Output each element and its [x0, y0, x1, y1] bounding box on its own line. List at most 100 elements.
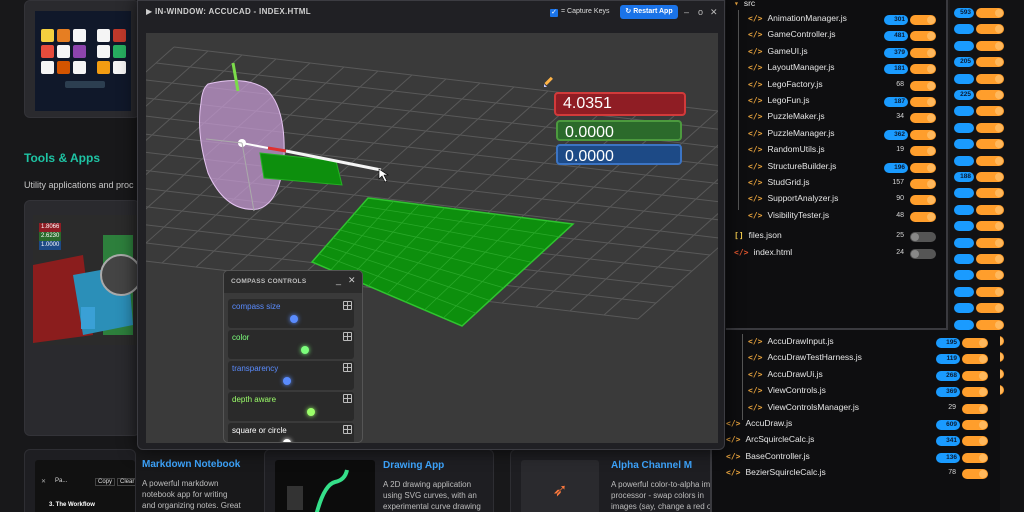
include-toggle[interactable] — [910, 113, 936, 124]
file-row[interactable]: </> index.html — [734, 247, 792, 261]
y-value-field[interactable]: 0.0000 — [556, 120, 682, 141]
z-value-field[interactable]: 0.0000 — [556, 144, 682, 165]
capture-keys-toggle[interactable]: ✓ = Capture Keys — [550, 5, 609, 19]
file-row[interactable]: </> VisibilityTester.js — [748, 210, 829, 224]
control-depth-aware[interactable]: depth aware — [228, 392, 354, 421]
file-row[interactable]: </> SupportAnalyzer.js — [748, 193, 838, 207]
file-row[interactable]: </> PuzzleManager.js — [748, 128, 835, 142]
include-toggle[interactable] — [976, 270, 1004, 281]
file-row[interactable]: </> BaseController.js — [726, 451, 810, 465]
include-toggle[interactable] — [976, 90, 1004, 100]
file-row[interactable]: </> LegoFun.js — [748, 95, 810, 109]
include-toggle[interactable] — [910, 129, 936, 140]
close-button[interactable]: ✕ — [710, 5, 718, 19]
grid-toggle-icon[interactable] — [343, 301, 352, 310]
include-toggle[interactable] — [910, 195, 936, 206]
include-toggle[interactable] — [976, 204, 1004, 215]
file-row[interactable]: </> AccuDrawInput.js — [748, 336, 834, 350]
file-row[interactable]: </> ViewControls.js — [748, 385, 826, 399]
file-row[interactable]: </> BezierSquircleCalc.js — [726, 467, 826, 481]
include-toggle[interactable] — [976, 221, 1004, 232]
include-toggle[interactable] — [910, 15, 936, 25]
file-row[interactable]: </> GameUI.js — [748, 46, 808, 60]
accucad-thumbnail[interactable]: 1.8066 2.6230 1.0000 — [24, 200, 140, 436]
include-toggle[interactable] — [910, 248, 936, 259]
slider-knob[interactable] — [283, 377, 291, 385]
include-toggle[interactable] — [976, 303, 1004, 314]
puzzle-app-thumbnail[interactable] — [24, 0, 140, 118]
file-row[interactable]: </> StructureBuilder.js — [748, 161, 836, 175]
include-toggle[interactable] — [910, 211, 936, 222]
include-toggle[interactable] — [910, 179, 936, 189]
minimize-button[interactable]: – — [684, 5, 689, 19]
include-toggle[interactable] — [962, 403, 988, 414]
include-toggle[interactable] — [976, 237, 1004, 248]
file-row[interactable]: </> PuzzleMaker.js — [748, 111, 825, 125]
file-row[interactable]: </> AccuDraw.js — [726, 418, 792, 432]
markdown-notebook-text[interactable]: Markdown Notebook A powerful markdown no… — [136, 449, 248, 512]
include-toggle[interactable] — [976, 40, 1004, 51]
control-transparency[interactable]: transparency — [228, 361, 354, 390]
slider-knob[interactable] — [290, 315, 298, 323]
panel-header[interactable]: COMPASS CONTROLS _ ✕ — [224, 271, 362, 293]
include-toggle[interactable] — [976, 24, 1004, 35]
control-color[interactable]: color — [228, 330, 354, 359]
include-toggle[interactable] — [962, 469, 988, 480]
grid-toggle-icon[interactable] — [343, 425, 352, 434]
include-toggle[interactable] — [962, 387, 988, 398]
include-toggle[interactable] — [962, 436, 988, 447]
file-row[interactable]: </> AccuDrawTestHarness.js — [748, 352, 862, 366]
panel-minimize-button[interactable]: _ — [336, 275, 341, 285]
include-toggle[interactable] — [976, 286, 1004, 297]
control-square-or-circle[interactable]: square or circle — [228, 423, 354, 442]
card-title[interactable]: Alpha Channel M — [611, 460, 692, 471]
include-toggle[interactable] — [976, 106, 1004, 117]
include-toggle[interactable] — [962, 338, 988, 348]
checkbox-checked-icon[interactable]: ✓ — [550, 9, 558, 17]
include-toggle[interactable] — [910, 80, 936, 91]
include-toggle[interactable] — [976, 172, 1004, 182]
include-toggle[interactable] — [976, 122, 1004, 133]
include-toggle[interactable] — [976, 319, 1004, 330]
file-row[interactable]: </> AnimationManager.js — [748, 13, 847, 27]
include-toggle[interactable] — [976, 188, 1004, 199]
include-toggle[interactable] — [910, 64, 936, 75]
file-row[interactable]: </> ArcSquircleCalc.js — [726, 434, 814, 448]
file-row[interactable]: </> AccuDrawUi.js — [748, 369, 823, 383]
markdown-notebook-card[interactable]: ✕ Pa... Copy Clear 3. The Workflow — [24, 449, 136, 512]
include-toggle[interactable] — [976, 139, 1004, 150]
alpha-channel-card[interactable]: ➶ Alpha Channel M A powerful color-to-al… — [510, 449, 740, 512]
include-toggle[interactable] — [910, 232, 936, 243]
file-row[interactable]: </> GameController.js — [748, 29, 835, 43]
include-toggle[interactable] — [976, 73, 1004, 84]
panel-close-button[interactable]: ✕ — [348, 275, 356, 286]
include-toggle[interactable] — [976, 254, 1004, 264]
include-toggle[interactable] — [910, 47, 936, 58]
slider-knob[interactable] — [307, 408, 315, 416]
drawing-app-card[interactable]: Drawing App A 2D drawing application usi… — [264, 449, 494, 512]
slider-knob[interactable] — [283, 439, 291, 442]
include-toggle[interactable] — [962, 370, 988, 381]
file-row[interactable]: </> LegoFactory.js — [748, 79, 823, 93]
restart-app-button[interactable]: ↻ Restart App — [620, 5, 678, 19]
include-toggle[interactable] — [910, 97, 936, 107]
include-toggle[interactable] — [910, 31, 936, 42]
include-toggle[interactable] — [976, 155, 1004, 166]
include-toggle[interactable] — [962, 420, 988, 430]
maximize-button[interactable]: o — [698, 5, 703, 19]
include-toggle[interactable] — [976, 57, 1004, 68]
file-row[interactable]: </> RandomUtils.js — [748, 144, 825, 158]
include-toggle[interactable] — [910, 146, 936, 157]
include-toggle[interactable] — [910, 162, 936, 173]
include-toggle[interactable] — [962, 354, 988, 365]
file-row[interactable]: [] files.json — [734, 230, 782, 244]
3d-viewport[interactable]: 4.0351 0.0000 0.0000 COMPASS CONTROLS _ … — [146, 33, 718, 443]
grid-toggle-icon[interactable] — [343, 332, 352, 341]
file-row[interactable]: </> StudGrid.js — [748, 177, 810, 191]
card-title[interactable]: Drawing App — [383, 460, 444, 471]
include-toggle[interactable] — [962, 452, 988, 463]
grid-toggle-icon[interactable] — [343, 394, 352, 403]
file-row[interactable]: </> LayoutManager.js — [748, 62, 835, 76]
x-value-field[interactable]: 4.0351 — [554, 92, 686, 116]
control-compass-size[interactable]: compass size — [228, 299, 354, 328]
